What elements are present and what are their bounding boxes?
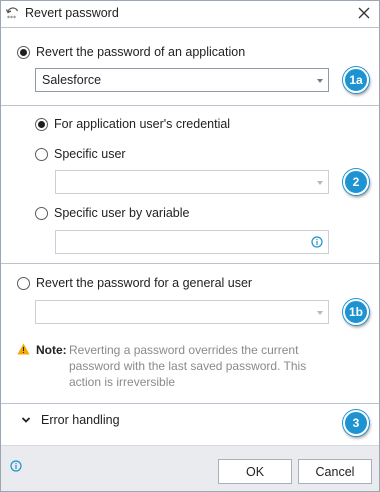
radio-revert-general-user[interactable]: Revert the password for a general user: [17, 276, 252, 290]
radio-revert-general-user-label: Revert the password for a general user: [36, 276, 253, 290]
callout-1b: 1b: [343, 299, 369, 325]
radio-button[interactable]: [17, 276, 30, 290]
callout-1a: 1a: [343, 67, 369, 93]
note-label: Note:: [36, 343, 67, 357]
radio-application-user-credential-label: For application user's credential: [54, 117, 231, 131]
radio-specific-user-by-variable-label: Specific user by variable: [54, 206, 190, 220]
radio-button-checked[interactable]: [17, 45, 30, 59]
callout-2: 2: [343, 169, 369, 195]
chevron-down-icon: [21, 417, 31, 423]
note-text: Reverting a password overrides the curre…: [69, 343, 307, 389]
specific-user-select[interactable]: [55, 170, 329, 194]
info-icon[interactable]: [10, 460, 22, 472]
application-section: Revert the password of an application Sa…: [1, 27, 379, 105]
radio-revert-application-label: Revert the password of an application: [36, 45, 246, 59]
radio-revert-application[interactable]: Revert the password of an application: [17, 45, 245, 59]
general-user-section: Revert the password for a general user 1…: [1, 263, 379, 403]
cancel-button[interactable]: Cancel: [298, 459, 372, 484]
radio-specific-user-label: Specific user: [54, 147, 126, 161]
revert-password-icon: ***: [5, 7, 19, 22]
variable-input[interactable]: [55, 230, 329, 254]
chevron-down-icon: [317, 79, 323, 83]
info-icon[interactable]: [311, 236, 323, 248]
radio-button[interactable]: [35, 206, 48, 220]
radio-specific-user-by-variable[interactable]: Specific user by variable: [35, 206, 189, 220]
close-icon[interactable]: [355, 4, 373, 22]
callout-3: 3: [343, 410, 369, 436]
revert-password-dialog: *** Revert password Revert the password …: [0, 0, 380, 492]
error-handling-section: Error handling 3: [1, 403, 379, 445]
credential-section: For application user's credential Specif…: [1, 105, 379, 263]
warning-icon: [17, 343, 30, 355]
dialog-footer: OK Cancel: [1, 445, 379, 491]
ok-button[interactable]: OK: [218, 459, 292, 484]
radio-specific-user[interactable]: Specific user: [35, 147, 126, 161]
svg-text:***: ***: [7, 15, 16, 22]
radio-application-user-credential[interactable]: For application user's credential: [35, 117, 230, 131]
chevron-down-icon: [317, 311, 323, 315]
application-select-value: Salesforce: [42, 73, 102, 87]
title-bar: *** Revert password: [1, 1, 379, 27]
general-user-select[interactable]: [35, 300, 329, 324]
error-handling-expander[interactable]: Error handling: [21, 413, 120, 427]
chevron-down-icon: [317, 181, 323, 185]
radio-button[interactable]: [35, 147, 48, 161]
application-select[interactable]: Salesforce: [35, 68, 329, 92]
error-handling-label: Error handling: [41, 413, 120, 427]
radio-button-checked[interactable]: [35, 117, 48, 131]
dialog-title: Revert password: [25, 6, 119, 20]
